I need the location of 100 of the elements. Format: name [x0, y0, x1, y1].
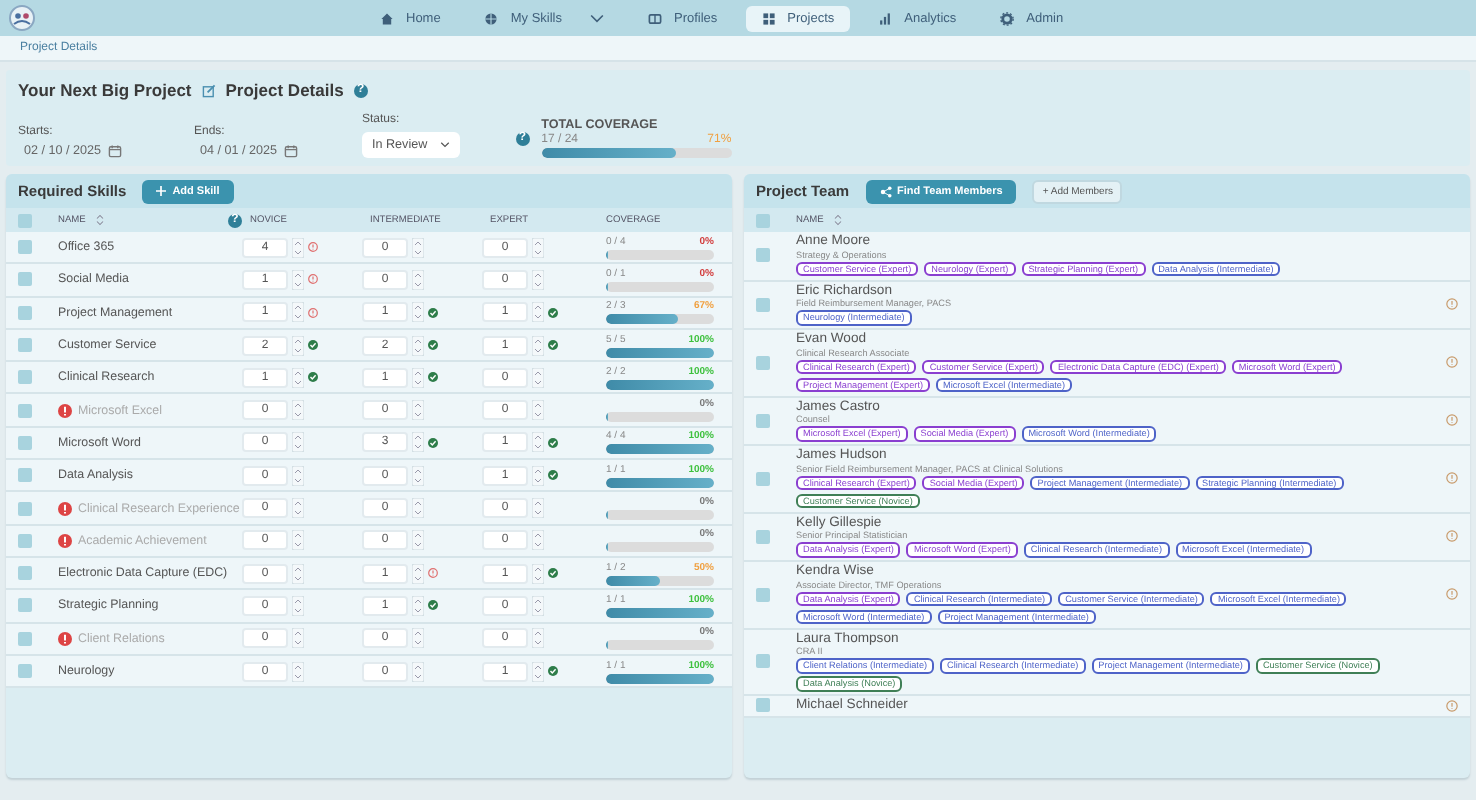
progress-bar	[606, 249, 714, 260]
stepper-icon[interactable]	[412, 400, 424, 421]
checkbox[interactable]	[756, 213, 770, 227]
stepper-icon[interactable]	[532, 335, 544, 356]
stepper-icon[interactable]	[532, 628, 544, 649]
checkbox[interactable]	[756, 248, 770, 262]
calendar-icon[interactable]	[283, 144, 298, 158]
progress-bar	[606, 347, 714, 358]
stepper-icon[interactable]	[292, 432, 304, 453]
calendar-icon[interactable]	[107, 144, 122, 158]
stepper-icon[interactable]	[412, 237, 424, 258]
stepper-icon[interactable]	[412, 595, 424, 616]
checkbox[interactable]	[18, 403, 32, 418]
stepper-icon[interactable]	[532, 432, 544, 453]
stepper-icon[interactable]	[292, 302, 304, 323]
checkbox[interactable]	[756, 297, 770, 311]
stepper-icon[interactable]	[292, 563, 304, 584]
checkbox[interactable]	[756, 529, 770, 543]
stepper-icon[interactable]	[292, 595, 304, 616]
stepper-icon[interactable]	[412, 628, 424, 649]
info-icon[interactable]	[1446, 472, 1458, 484]
checkbox[interactable]	[18, 468, 32, 483]
edit-icon[interactable]	[201, 83, 216, 97]
stepper-icon[interactable]	[532, 498, 544, 519]
stepper-icon[interactable]	[292, 335, 304, 356]
globe-icon	[484, 11, 499, 25]
stepper-icon[interactable]	[412, 367, 424, 388]
stepper-icon[interactable]	[532, 367, 544, 388]
checkbox[interactable]	[18, 213, 32, 227]
stepper-icon[interactable]	[292, 400, 304, 421]
network-icon	[879, 185, 892, 197]
progress-bar	[606, 379, 714, 390]
stepper-icon[interactable]	[292, 628, 304, 649]
stepper-icon[interactable]	[412, 269, 424, 290]
stepper-icon[interactable]	[412, 302, 424, 323]
stepper-icon[interactable]	[412, 498, 424, 519]
stepper-icon[interactable]	[532, 302, 544, 323]
progress-bar	[606, 640, 714, 651]
stepper-icon[interactable]	[292, 498, 304, 519]
bar-chart-icon	[878, 11, 893, 25]
stepper-icon[interactable]	[292, 661, 304, 681]
section-title: Project Details	[225, 80, 344, 100]
plus-icon	[156, 186, 167, 196]
info-icon[interactable]	[1446, 414, 1458, 426]
stepper-icon[interactable]	[532, 237, 544, 258]
checkbox[interactable]	[18, 272, 32, 287]
stepper-icon[interactable]	[532, 400, 544, 421]
checkbox[interactable]	[18, 338, 32, 353]
checkbox[interactable]	[18, 664, 32, 678]
stepper-icon[interactable]	[532, 595, 544, 616]
progress-bar	[606, 510, 714, 521]
home-icon	[380, 11, 394, 25]
stepper-icon[interactable]	[532, 530, 544, 551]
stepper-icon[interactable]	[412, 465, 424, 486]
sort-icon[interactable]	[93, 214, 106, 226]
logo-icon[interactable]	[8, 4, 36, 32]
stepper-icon[interactable]	[412, 335, 424, 356]
checkbox[interactable]	[18, 598, 32, 613]
chevron-icon	[439, 142, 450, 148]
checkbox[interactable]	[756, 654, 770, 668]
progress-bar	[606, 607, 714, 618]
stepper-icon[interactable]	[532, 465, 544, 486]
stepper-icon[interactable]	[292, 367, 304, 388]
checkbox[interactable]	[18, 305, 32, 320]
stepper-icon[interactable]	[532, 563, 544, 584]
grid-icon	[761, 11, 776, 25]
stepper-icon[interactable]	[532, 661, 544, 681]
checkbox[interactable]	[18, 435, 32, 450]
info-icon[interactable]	[1446, 530, 1458, 542]
progress-bar	[606, 542, 714, 553]
stepper-icon[interactable]	[292, 530, 304, 551]
info-icon[interactable]	[1446, 356, 1458, 368]
stepper-icon[interactable]	[532, 269, 544, 290]
info-icon[interactable]	[1446, 588, 1458, 600]
stepper-icon[interactable]	[412, 661, 424, 681]
stepper-icon[interactable]	[412, 432, 424, 453]
stepper-icon[interactable]	[412, 563, 424, 584]
stepper-icon[interactable]	[292, 237, 304, 258]
sort-icon[interactable]	[831, 214, 844, 226]
checkbox[interactable]	[18, 566, 32, 581]
progress-bar	[606, 444, 714, 455]
progress-bar	[606, 412, 714, 423]
progress-bar	[606, 314, 714, 325]
stepper-icon[interactable]	[292, 465, 304, 486]
info-icon[interactable]	[1446, 298, 1458, 310]
stepper-icon[interactable]	[292, 269, 304, 290]
info-icon[interactable]	[1446, 699, 1458, 712]
progress-bar	[606, 575, 714, 586]
checkbox[interactable]	[18, 240, 32, 255]
checkbox[interactable]	[756, 355, 770, 369]
checkbox[interactable]	[756, 413, 770, 427]
checkbox[interactable]	[18, 631, 32, 646]
checkbox[interactable]	[756, 587, 770, 601]
card-icon	[647, 11, 662, 25]
checkbox[interactable]	[18, 501, 32, 516]
checkbox[interactable]	[18, 533, 32, 548]
checkbox[interactable]	[756, 698, 770, 713]
stepper-icon[interactable]	[412, 530, 424, 551]
checkbox[interactable]	[756, 471, 770, 485]
checkbox[interactable]	[18, 370, 32, 385]
